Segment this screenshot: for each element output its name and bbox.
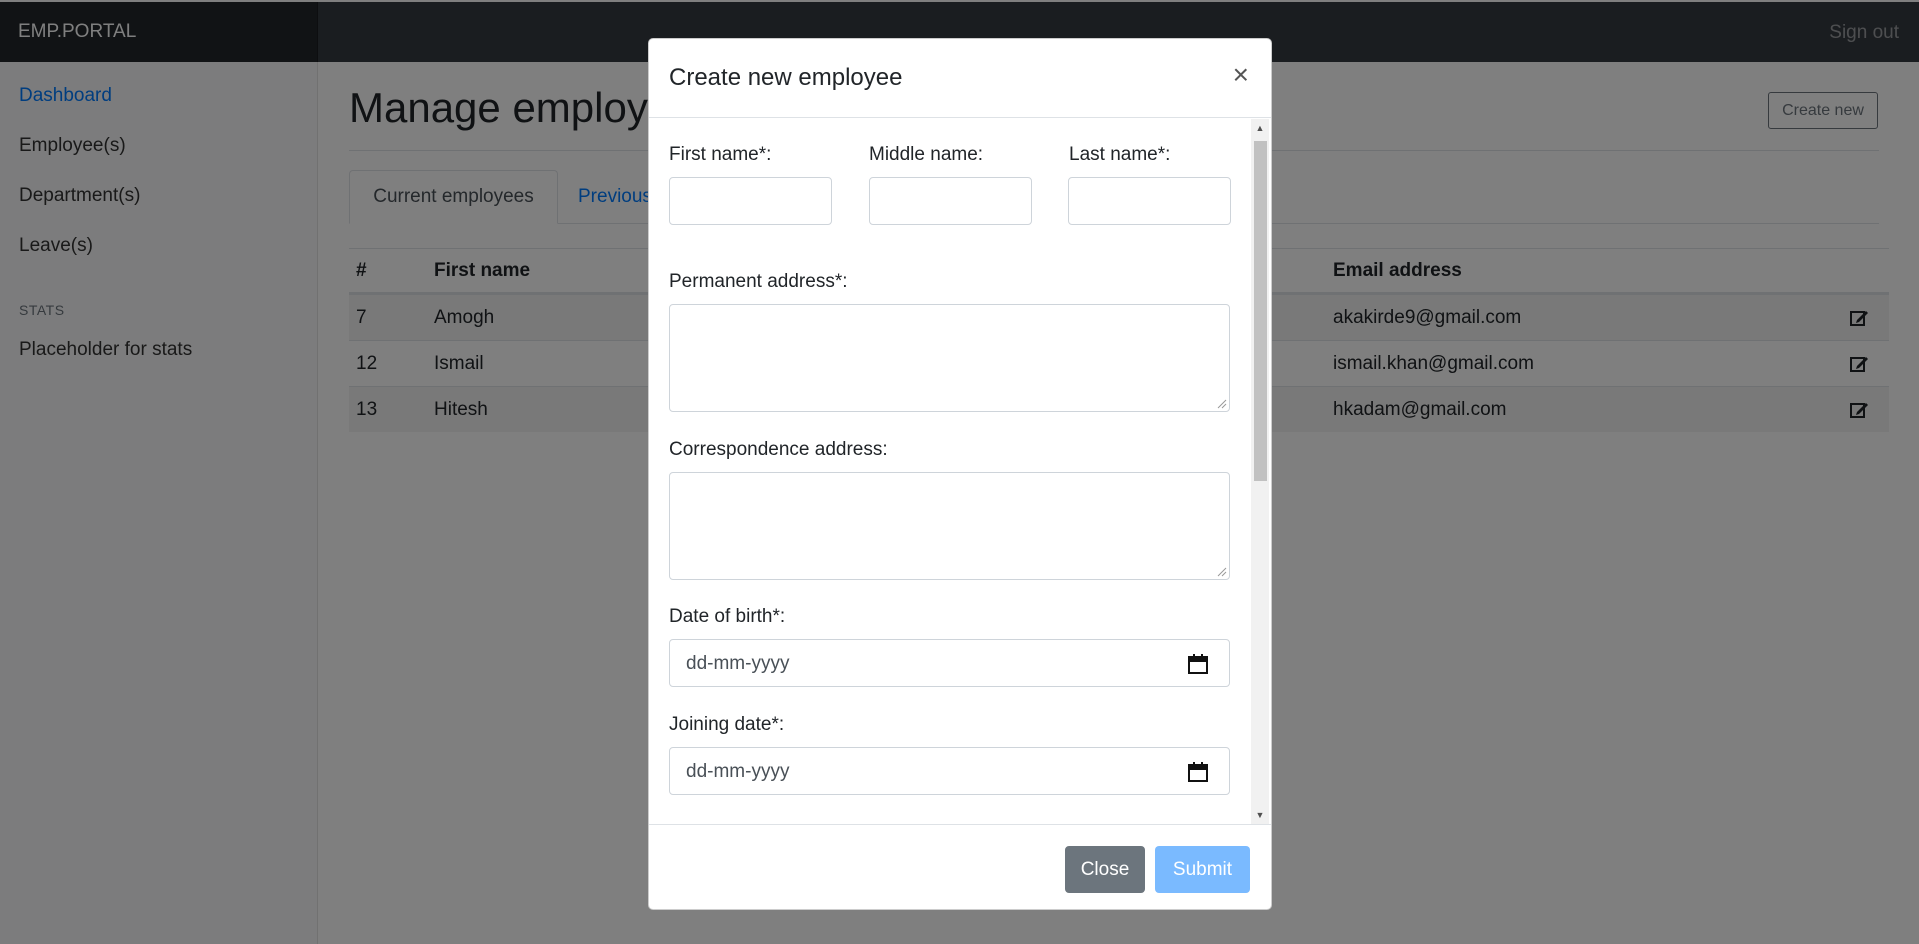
scroll-thumb[interactable] [1254, 141, 1267, 481]
modal-body: First name*: Middle name: Last name*: Pe… [649, 119, 1271, 824]
date-of-birth-input[interactable]: dd-mm-yyyy [669, 639, 1230, 687]
middle-name-label: Middle name: [869, 144, 984, 165]
date-of-birth-label: Date of birth*: [669, 606, 786, 627]
submit-button[interactable]: Submit [1155, 846, 1250, 893]
correspondence-address-label: Correspondence address: [669, 439, 888, 460]
joining-date-label: Joining date*: [669, 714, 785, 735]
middle-name-input[interactable] [869, 177, 1032, 225]
resize-grip-icon[interactable] [1217, 567, 1227, 577]
resize-grip-icon[interactable] [1217, 399, 1227, 409]
joining-date-input[interactable]: dd-mm-yyyy [669, 747, 1230, 795]
permanent-address-textarea[interactable] [669, 304, 1230, 412]
modal-footer: Close Submit [649, 824, 1271, 909]
calendar-icon[interactable] [1187, 653, 1209, 675]
first-name-input[interactable] [669, 177, 832, 225]
close-button[interactable]: Close [1065, 846, 1145, 893]
date-of-birth-placeholder: dd-mm-yyyy [686, 653, 790, 674]
modal-scrollbar[interactable]: ▲ ▼ [1251, 119, 1269, 824]
permanent-address-label: Permanent address*: [669, 271, 848, 292]
modal-title: Create new employee [669, 64, 903, 91]
first-name-label: First name*: [669, 144, 772, 165]
calendar-icon[interactable] [1187, 761, 1209, 783]
scroll-up-arrow-icon[interactable]: ▲ [1251, 119, 1269, 137]
correspondence-address-textarea[interactable] [669, 472, 1230, 580]
create-employee-modal: Create new employee × First name*: Middl… [648, 38, 1272, 910]
close-icon[interactable]: × [1233, 61, 1249, 89]
joining-date-placeholder: dd-mm-yyyy [686, 761, 790, 782]
scroll-down-arrow-icon[interactable]: ▼ [1251, 806, 1269, 824]
modal-header: Create new employee × [649, 39, 1271, 118]
last-name-label: Last name*: [1069, 144, 1171, 165]
last-name-input[interactable] [1068, 177, 1231, 225]
